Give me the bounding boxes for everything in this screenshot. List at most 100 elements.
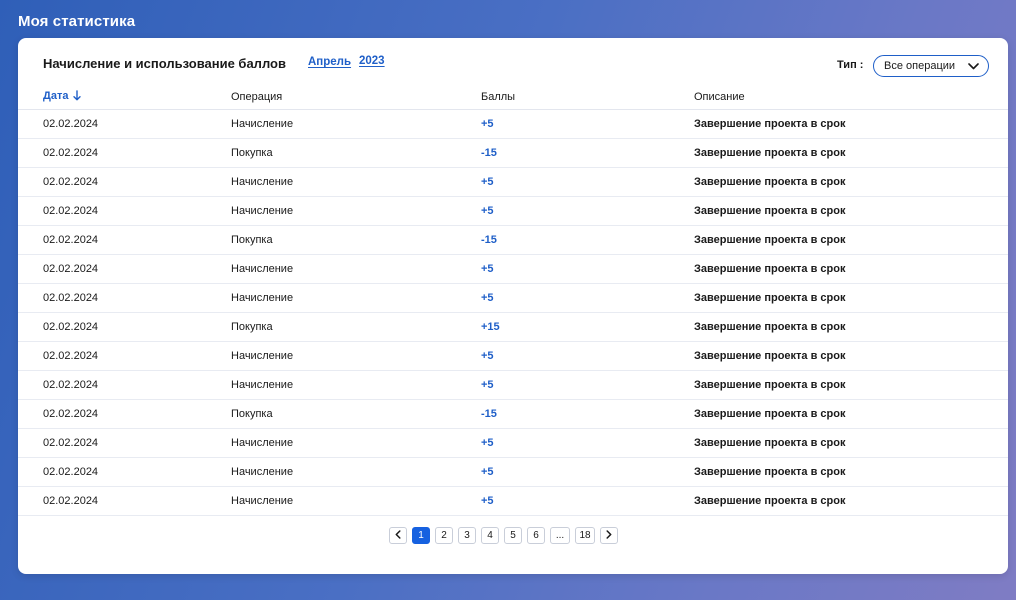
cell-description: Завершение проекта в срок	[694, 283, 1008, 313]
cell-date: 02.02.2024	[18, 225, 231, 255]
chevron-left-icon	[395, 529, 401, 542]
cell-description: Завершение проекта в срок	[694, 167, 1008, 197]
cell-operation: Начисление	[231, 428, 481, 458]
cell-date: 02.02.2024	[18, 138, 231, 168]
cell-operation: Начисление	[231, 283, 481, 313]
table-row: 02.02.2024 Начисление +5 Завершение проекта…	[18, 167, 1008, 197]
cell-date: 02.02.2024	[18, 254, 231, 284]
cell-date: 02.02.2024	[18, 109, 231, 139]
cell-date: 02.02.2024	[18, 399, 231, 429]
cell-points: -15	[481, 225, 694, 255]
cell-date: 02.02.2024	[18, 370, 231, 400]
column-header-operation: Операция	[231, 85, 481, 110]
type-select[interactable]: Все операции	[873, 55, 989, 77]
cell-points: +5	[481, 196, 694, 226]
table-row: 02.02.2024 Начисление +5 Завершение проекта…	[18, 283, 1008, 313]
table-row: 02.02.2024 Начисление +5 Завершение проекта…	[18, 457, 1008, 487]
cell-description: Завершение проекта в срок	[694, 370, 1008, 400]
table-row: 02.02.2024 Начисление +5 Завершение проекта…	[18, 428, 1008, 458]
cell-operation: Начисление	[231, 341, 481, 371]
page-buttons: 1 2 3 4 5 6... 18	[412, 527, 595, 544]
cell-date: 02.02.2024	[18, 428, 231, 458]
cell-description: Завершение проекта в срок	[694, 138, 1008, 168]
operations-table: Дата Операция Баллы Описание 02.02.2024 Н…	[18, 85, 1008, 516]
column-header-date-label: Дата	[43, 90, 69, 102]
cell-points: +5	[481, 254, 694, 284]
month-filter-link[interactable]: Апрель	[308, 56, 351, 68]
cell-operation: Покупка	[231, 138, 481, 168]
cell-description: Завершение проекта в срок	[694, 399, 1008, 429]
year-filter-link[interactable]: 2023	[359, 55, 385, 67]
column-header-points: Баллы	[481, 85, 694, 110]
cell-date: 02.02.2024	[18, 196, 231, 226]
cell-description: Завершение проекта в срок	[694, 486, 1008, 516]
cell-points: +5	[481, 283, 694, 313]
card-title: Начисление и использование баллов	[43, 56, 286, 71]
cell-operation: Покупка	[231, 399, 481, 429]
cell-operation: Покупка	[231, 225, 481, 255]
table-row: 02.02.2024 Покупка -15 Завершение проекта в…	[18, 225, 1008, 255]
cell-points: +5	[481, 370, 694, 400]
table-row: 02.02.2024 Начисление +5 Завершение проекта…	[18, 486, 1008, 516]
cell-points: +15	[481, 312, 694, 342]
table-row: 02.02.2024 Покупка +15 Завершение проекта в…	[18, 312, 1008, 342]
table-row: 02.02.2024 Покупка -15 Завершение проекта в…	[18, 399, 1008, 429]
cell-description: Завершение проекта в срок	[694, 254, 1008, 284]
cell-points: +5	[481, 428, 694, 458]
page-ellipsis: ...	[550, 527, 570, 544]
type-select-value: Все операции	[884, 60, 956, 72]
arrow-down-icon	[73, 90, 82, 104]
page-title: Моя статистика	[18, 13, 136, 30]
cell-points: +5	[481, 109, 694, 139]
cell-points: -15	[481, 399, 694, 429]
cell-operation: Начисление	[231, 196, 481, 226]
column-header-description: Описание	[694, 85, 1008, 110]
table-row: 02.02.2024 Начисление +5 Завершение проекта…	[18, 109, 1008, 139]
page-button-18[interactable]: 18	[575, 527, 595, 544]
cell-description: Завершение проекта в срок	[694, 341, 1008, 371]
cell-date: 02.02.2024	[18, 486, 231, 516]
table-header-row: Дата Операция Баллы Описание	[18, 85, 1008, 110]
page-button-2[interactable]: 2	[435, 527, 453, 544]
page-button-6[interactable]: 6	[527, 527, 545, 544]
cell-date: 02.02.2024	[18, 167, 231, 197]
cell-date: 02.02.2024	[18, 341, 231, 371]
table-row: 02.02.2024 Начисление +5 Завершение проекта…	[18, 341, 1008, 371]
chevron-right-icon	[606, 529, 612, 542]
chevron-down-icon	[967, 60, 979, 72]
cell-operation: Начисление	[231, 254, 481, 284]
table-row: 02.02.2024 Покупка -15 Завершение проекта в…	[18, 138, 1008, 168]
prev-page-button[interactable]	[389, 527, 407, 544]
cell-description: Завершение проекта в срок	[694, 109, 1008, 139]
table-row: 02.02.2024 Начисление +5 Завершение проекта…	[18, 196, 1008, 226]
cell-points: -15	[481, 138, 694, 168]
cell-operation: Начисление	[231, 486, 481, 516]
cell-description: Завершение проекта в срок	[694, 196, 1008, 226]
cell-points: +5	[481, 486, 694, 516]
page-button-5[interactable]: 5	[504, 527, 522, 544]
card-header: Начисление и использование баллов Апрель…	[18, 38, 1008, 88]
page-button-3[interactable]: 3	[458, 527, 476, 544]
cell-description: Завершение проекта в срок	[694, 312, 1008, 342]
cell-points: +5	[481, 341, 694, 371]
statistics-card: Начисление и использование баллов Апрель…	[18, 38, 1008, 574]
next-page-button[interactable]	[600, 527, 618, 544]
cell-date: 02.02.2024	[18, 283, 231, 313]
type-label: Тип :	[837, 59, 864, 71]
column-header-date[interactable]: Дата	[18, 85, 231, 110]
cell-date: 02.02.2024	[18, 457, 231, 487]
table-row: 02.02.2024 Начисление +5 Завершение проекта…	[18, 370, 1008, 400]
cell-operation: Начисление	[231, 370, 481, 400]
table-row: 02.02.2024 Начисление +5 Завершение проекта…	[18, 254, 1008, 284]
cell-points: +5	[481, 167, 694, 197]
page-button-4[interactable]: 4	[481, 527, 499, 544]
cell-description: Завершение проекта в срок	[694, 225, 1008, 255]
cell-description: Завершение проекта в срок	[694, 457, 1008, 487]
cell-operation: Покупка	[231, 312, 481, 342]
cell-operation: Начисление	[231, 109, 481, 139]
page-button-1[interactable]: 1	[412, 527, 430, 544]
cell-points: +5	[481, 457, 694, 487]
pagination: 1 2 3 4 5 6... 18	[389, 527, 618, 544]
cell-operation: Начисление	[231, 457, 481, 487]
cell-description: Завершение проекта в срок	[694, 428, 1008, 458]
